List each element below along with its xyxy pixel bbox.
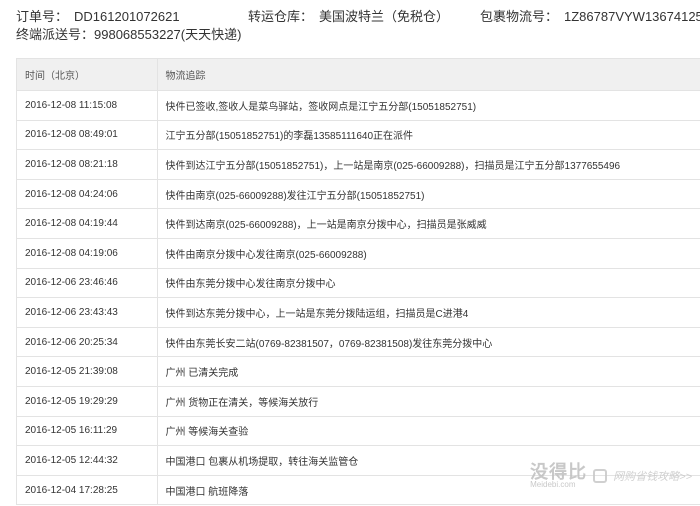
order-info: 订单号： DD161201072621 转运仓库： 美国波特兰（免税仓） 包裹物流号…	[16, 8, 700, 44]
order-info-line-1: 订单号： DD161201072621 转运仓库： 美国波特兰（免税仓） 包裹物流号…	[16, 8, 700, 26]
table-row: 2016-12-08 04:24:06 快件由南京(025-66009288)发往…	[17, 179, 700, 210]
row-time: 2016-12-05 19:29:29	[17, 386, 158, 417]
table-row: 2016-12-08 11:15:08 快件已签收,签收人是菜鸟驿站，签收网点是江…	[17, 90, 700, 121]
watermark-logo: 没得比 Meidebi.com	[530, 463, 587, 489]
watermark-brand: 没得比	[530, 462, 588, 482]
row-event: 广州 等候海关查验	[157, 416, 700, 447]
row-time: 2016-12-08 08:49:01	[17, 120, 158, 151]
row-event: 快件已签收,签收人是菜鸟驿站，签收网点是江宁五分部(15051852751)	[157, 90, 700, 121]
table-row: 2016-12-05 16:11:29 广州 等候海关查验	[17, 416, 700, 447]
order-number-field: 订单号： DD161201072621	[16, 8, 180, 26]
row-time: 2016-12-06 23:46:46	[17, 268, 158, 299]
table-row: 2016-12-08 04:19:44 快件到达南京(025-66009288)，…	[17, 208, 700, 239]
table-row: 2016-12-05 21:39:08 广州 已清关完成	[17, 356, 700, 387]
table-row: 2016-12-08 08:21:18 快件到达江宁五分部(15051852751…	[17, 149, 700, 180]
table-row: 2016-12-06 23:46:46 快件由东莞分拨中心发往南京分拨中心	[17, 268, 700, 299]
row-event: 快件到达江宁五分部(15051852751)，上一站是南京(025-660092…	[157, 149, 700, 180]
order-number-label: 订单号：	[16, 9, 69, 24]
bookmark-icon	[593, 469, 608, 483]
watermark-slogan: 网购省钱攻略>>	[613, 471, 692, 483]
warehouse-label: 转运仓库：	[248, 9, 314, 24]
row-time: 2016-12-06 23:43:43	[17, 297, 158, 328]
row-time: 2016-12-08 04:24:06	[17, 179, 158, 210]
column-header-time: 时间（北京）	[17, 58, 158, 91]
row-time: 2016-12-05 12:44:32	[17, 445, 158, 476]
row-time: 2016-12-08 04:19:06	[17, 238, 158, 269]
row-event: 快件由南京分拨中心发往南京(025-66009288)	[157, 238, 700, 269]
row-event: 江宁五分部(15051852751)的李磊13585111640正在派件	[157, 120, 700, 151]
row-time: 2016-12-05 21:39:08	[17, 356, 158, 387]
order-number-value: DD161201072621	[74, 9, 180, 24]
tracking-table-container: 时间（北京） 物流追踪 2016-12-08 11:15:08 快件已签收,签收人…	[16, 58, 700, 506]
row-time: 2016-12-08 04:19:44	[17, 208, 158, 239]
row-event: 快件由东莞长安二站(0769-82381507，0769-82381508)发往…	[157, 327, 700, 358]
row-event: 快件由东莞分拨中心发往南京分拨中心	[157, 268, 700, 299]
table-row: 2016-12-06 20:25:34 快件由东莞长安二站(0769-823815…	[17, 327, 700, 358]
row-time: 2016-12-04 17:28:25	[17, 475, 158, 506]
warehouse-value: 美国波特兰（免税仓）	[319, 9, 450, 24]
row-time: 2016-12-08 11:15:08	[17, 90, 158, 121]
tracking-table-header: 时间（北京） 物流追踪	[17, 58, 700, 91]
warehouse-field: 转运仓库： 美国波特兰（免税仓）	[248, 8, 449, 26]
row-event: 快件到达南京(025-66009288)，上一站是南京分拨中心，扫描员是张威威	[157, 208, 700, 239]
row-event: 快件由南京(025-66009288)发往江宁五分部(15051852751)	[157, 179, 700, 210]
delivery-number-label: 终端派送号：	[16, 27, 95, 42]
table-row: 2016-12-05 19:29:29 广州 货物正在清关，等候海关放行	[17, 386, 700, 417]
table-row: 2016-12-08 08:49:01 江宁五分部(15051852751)的李磊…	[17, 120, 700, 151]
delivery-number-value: 998068553227(天天快递)	[94, 27, 242, 42]
row-time: 2016-12-05 16:11:29	[17, 416, 158, 447]
column-header-tracking: 物流追踪	[157, 58, 700, 91]
tracking-table: 时间（北京） 物流追踪 2016-12-08 11:15:08 快件已签收,签收人…	[17, 58, 700, 506]
watermark: 没得比 Meidebi.com 网购省钱攻略>>	[530, 462, 692, 490]
parcel-number-label: 包裹物流号：	[480, 9, 559, 24]
order-info-line-2: 终端派送号：998068553227(天天快递)	[16, 26, 700, 44]
row-event: 广州 已清关完成	[157, 356, 700, 387]
row-time: 2016-12-06 20:25:34	[17, 327, 158, 358]
table-row: 2016-12-08 04:19:06 快件由南京分拨中心发往南京(025-660…	[17, 238, 700, 269]
row-event: 快件到达东莞分拨中心，上一站是东莞分拨陆运组，扫描员是C进港4	[157, 297, 700, 328]
table-row: 2016-12-06 23:43:43 快件到达东莞分拨中心，上一站是东莞分拨陆运…	[17, 297, 700, 328]
watermark-domain: Meidebi.com	[530, 480, 576, 489]
parcel-number-value: 1Z86787VYW13674125	[564, 9, 700, 24]
row-time: 2016-12-08 08:21:18	[17, 149, 158, 180]
parcel-number-field: 包裹物流号： 1Z86787VYW13674125	[480, 8, 700, 26]
row-event: 广州 货物正在清关，等候海关放行	[157, 386, 700, 417]
delivery-number-field: 终端派送号：998068553227(天天快递)	[16, 26, 241, 44]
